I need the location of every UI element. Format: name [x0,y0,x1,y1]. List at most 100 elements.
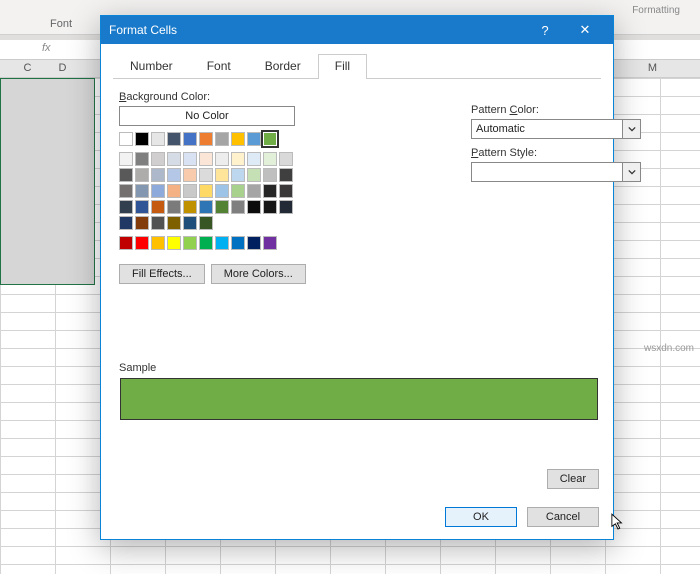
pattern-color-label: Pattern Color: [471,104,646,116]
tab-font[interactable]: Font [190,54,248,79]
color-swatch[interactable] [247,184,261,198]
color-swatch[interactable] [263,132,277,146]
color-swatch[interactable] [215,184,229,198]
color-swatch[interactable] [167,236,181,250]
color-swatch[interactable] [247,152,261,166]
color-swatch[interactable] [199,236,213,250]
color-swatch[interactable] [135,168,149,182]
color-swatch[interactable] [199,184,213,198]
color-swatch[interactable] [183,216,197,230]
color-swatch[interactable] [167,216,181,230]
close-button[interactable]: ✕ [565,22,605,38]
format-cells-dialog: Format Cells ? ✕ Number Font Border Fill… [100,15,614,540]
color-swatch[interactable] [119,184,133,198]
color-swatch[interactable] [215,152,229,166]
color-swatch[interactable] [151,132,165,146]
cancel-button[interactable]: Cancel [527,507,599,527]
color-swatch[interactable] [151,152,165,166]
clear-button[interactable]: Clear [547,469,599,489]
ribbon-formatting[interactable]: Formatting [632,5,680,16]
color-swatch[interactable] [151,168,165,182]
color-swatch[interactable] [183,236,197,250]
color-swatch[interactable] [119,236,133,250]
pattern-color-combo[interactable]: Automatic [471,119,641,139]
color-swatch[interactable] [247,200,261,214]
color-swatch[interactable] [263,168,277,182]
color-swatch[interactable] [183,168,197,182]
color-swatch[interactable] [167,152,181,166]
color-swatch[interactable] [279,200,293,214]
color-swatch[interactable] [215,236,229,250]
dialog-title: Format Cells [109,23,525,37]
color-swatch[interactable] [151,184,165,198]
color-swatch[interactable] [247,168,261,182]
col-header[interactable]: M [625,62,680,74]
theme-color-row [119,132,304,146]
color-swatch[interactable] [263,152,277,166]
color-swatch[interactable] [135,216,149,230]
standard-color-row [119,236,304,250]
more-colors-button[interactable]: More Colors... [211,264,306,284]
pattern-style-combo[interactable] [471,162,641,182]
col-header[interactable]: N [680,62,700,74]
color-swatch[interactable] [279,168,293,182]
watermark: wsxdn.com [644,343,694,354]
color-swatch[interactable] [199,200,213,214]
color-swatch[interactable] [167,168,181,182]
color-swatch[interactable] [183,184,197,198]
color-swatch[interactable] [135,152,149,166]
color-swatch[interactable] [183,152,197,166]
help-button[interactable]: ? [525,23,565,38]
color-swatch[interactable] [247,236,261,250]
color-swatch[interactable] [231,168,245,182]
color-swatch[interactable] [199,216,213,230]
color-swatch[interactable] [199,152,213,166]
color-swatch[interactable] [151,216,165,230]
color-swatch[interactable] [167,200,181,214]
color-swatch[interactable] [151,236,165,250]
tab-strip: Number Font Border Fill [113,54,601,79]
color-swatch[interactable] [231,184,245,198]
color-swatch[interactable] [263,184,277,198]
color-swatch[interactable] [279,184,293,198]
color-swatch[interactable] [135,184,149,198]
color-swatch[interactable] [263,200,277,214]
color-swatch[interactable] [135,236,149,250]
ok-button[interactable]: OK [445,507,517,527]
color-swatch[interactable] [183,200,197,214]
color-swatch[interactable] [199,168,213,182]
color-swatch[interactable] [199,132,213,146]
chevron-down-icon[interactable] [622,120,640,138]
color-swatch[interactable] [151,200,165,214]
selection-range[interactable] [0,78,95,285]
color-swatch[interactable] [215,168,229,182]
chevron-down-icon[interactable] [622,163,640,181]
color-swatch[interactable] [119,200,133,214]
color-swatch[interactable] [167,132,181,146]
color-swatch[interactable] [119,132,133,146]
color-swatch[interactable] [135,200,149,214]
color-swatch[interactable] [279,152,293,166]
color-swatch[interactable] [183,132,197,146]
color-swatch[interactable] [119,152,133,166]
color-swatch[interactable] [231,236,245,250]
color-swatch[interactable] [263,236,277,250]
fx-label: fx [42,42,51,54]
color-swatch[interactable] [119,168,133,182]
color-swatch[interactable] [135,132,149,146]
fill-effects-button[interactable]: Fill Effects... [119,264,205,284]
color-swatch[interactable] [167,184,181,198]
color-swatch[interactable] [231,200,245,214]
pattern-style-label: Pattern Style: [471,147,646,159]
no-color-button[interactable]: No Color [119,106,295,126]
col-header[interactable]: D [35,62,90,74]
color-swatch[interactable] [119,216,133,230]
color-swatch[interactable] [215,132,229,146]
color-swatch[interactable] [215,200,229,214]
color-swatch[interactable] [247,132,261,146]
color-swatch[interactable] [231,152,245,166]
tab-fill[interactable]: Fill [318,54,367,79]
tab-border[interactable]: Border [248,54,318,79]
tab-number[interactable]: Number [113,54,190,79]
color-swatch[interactable] [231,132,245,146]
